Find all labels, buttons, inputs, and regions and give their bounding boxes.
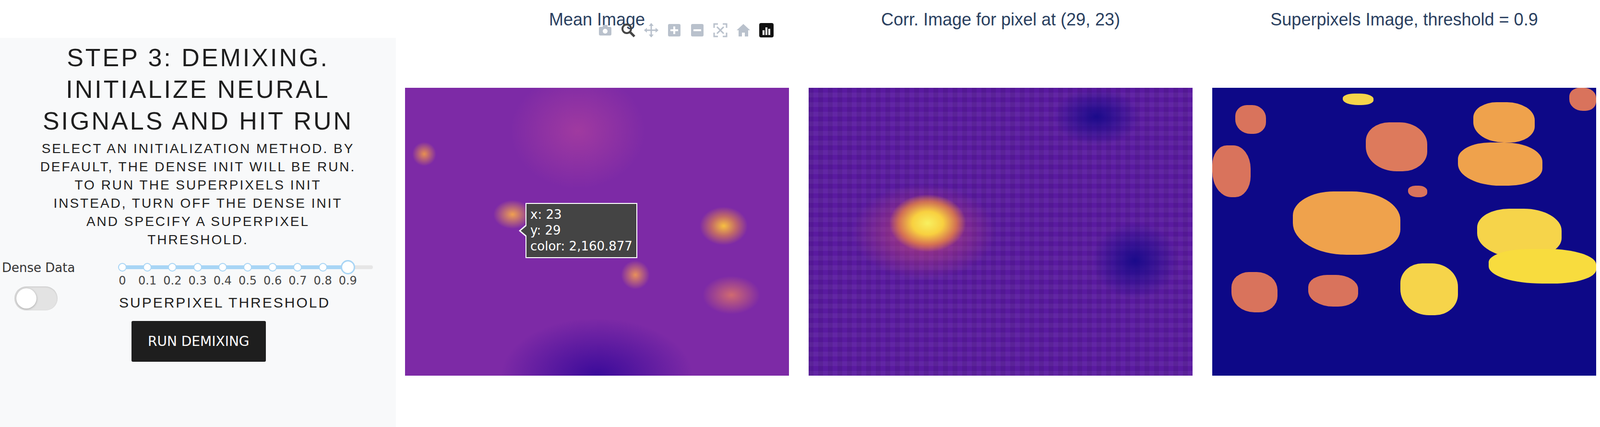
- slider-mark: [143, 262, 152, 272]
- superpixel: [1488, 249, 1597, 284]
- plot-modebar: [597, 22, 775, 39]
- title-line: STEP 3: DEMIXING.: [66, 41, 330, 74]
- hover-tooltip: x: 23y: 29color: 2,160.877: [525, 202, 638, 259]
- plot-panel: Corr. Image for pixel at (29, 23): [808, 0, 1193, 427]
- threshold-slider[interactable]: 00.10.20.30.40.50.60.70.80.9: [122, 259, 373, 294]
- slider-tick-label: 0.5: [238, 274, 257, 288]
- plot-title: Corr. Image for pixel at (29, 23): [808, 0, 1193, 39]
- superpixels-heatmap[interactable]: [1212, 87, 1597, 376]
- superpixel: [1569, 87, 1597, 111]
- superpixel: [1457, 142, 1543, 186]
- slider-mark: [243, 262, 252, 272]
- title-line: SIGNALS AND HIT RUN: [42, 105, 354, 137]
- superpixel: [1292, 191, 1401, 255]
- plot-panel: Superpixels Image, threshold = 0.9: [1212, 0, 1597, 427]
- slider-handle[interactable]: [340, 260, 356, 275]
- slider-mark: [318, 262, 328, 272]
- slider-tick-label: 0: [118, 274, 126, 288]
- slider-tick-label: 0.1: [138, 274, 157, 288]
- superpixel: [1235, 105, 1266, 134]
- slider-tick-label: 0.3: [188, 274, 207, 288]
- camera-icon[interactable]: [597, 22, 614, 39]
- plots-row: Mean Image x: 23y: 29color: 2,160.877 Corr…: [405, 0, 1597, 427]
- slider-track: [122, 265, 373, 270]
- tooltip-line: color: 2,160.877: [530, 238, 633, 255]
- step-description: SELECT AN INITIALIZATION METHOD. BYDEFAU…: [40, 139, 357, 250]
- step-title: STEP 3: DEMIXING.INITIALIZE NEURALSIGNAL…: [42, 41, 354, 137]
- run-demixing-button[interactable]: RUN DEMIXING: [131, 321, 266, 362]
- control-panel: STEP 3: DEMIXING.INITIALIZE NEURALSIGNAL…: [0, 37, 396, 427]
- description-line: SELECT AN INITIALIZATION METHOD. BY: [41, 139, 355, 158]
- dense-toggle-group: Dense Data: [0, 259, 118, 362]
- threshold-group: 0 0.1 0.2 0.3 0.4 0.5 0.6 0.7 0.8 0.9 SUPERPIXEL T…: [117, 259, 396, 362]
- description-line: THRESHOLD.: [147, 230, 249, 250]
- controls: Dense Data 0 0.1 0.2 0.3 0.4 0.5 0.6 0.7 0.8 0.9 SU…: [0, 259, 396, 362]
- slider-mark: [167, 262, 177, 272]
- description-line: DEFAULT, THE DENSE INIT WILL BE RUN.: [40, 157, 357, 177]
- logo-icon[interactable]: [758, 22, 775, 39]
- superpixel: [1308, 274, 1359, 307]
- superpixel: [1473, 102, 1535, 143]
- plot-title: Mean Image: [405, 0, 789, 39]
- description-line: TO RUN THE SUPERPIXELS INIT: [74, 176, 322, 195]
- superpixel: [1408, 185, 1428, 198]
- slider-tick-label: 0.9: [338, 274, 358, 288]
- toggle-knob: [16, 288, 37, 309]
- tooltip-arrow-fill: [520, 226, 527, 236]
- description-line: AND SPECIFY A SUPERPIXEL: [86, 212, 310, 231]
- slider-tick-label: 0.6: [263, 274, 282, 288]
- slider-mark: [268, 262, 277, 272]
- corr-heatmap[interactable]: [808, 87, 1193, 376]
- slider-tick-label: 0.8: [313, 274, 333, 288]
- slider-label: SUPERPIXEL THRESHOLD: [119, 293, 331, 313]
- slider-mark: [218, 262, 227, 272]
- superpixel: [1400, 263, 1458, 316]
- slider-tick-label: 0.2: [163, 274, 182, 288]
- slider-mark: [118, 262, 127, 272]
- zoomout-icon[interactable]: [689, 22, 706, 39]
- superpixel: [1365, 122, 1428, 172]
- slider-mark: [193, 262, 203, 272]
- title-line: INITIALIZE NEURAL: [65, 73, 331, 106]
- plot-title: Superpixels Image, threshold = 0.9: [1212, 0, 1597, 39]
- zoomin-icon[interactable]: [666, 22, 683, 39]
- superpixel: [1342, 93, 1374, 106]
- slider-fill: [122, 265, 348, 270]
- tooltip-line: y: 29: [530, 222, 633, 239]
- autoscale-icon[interactable]: [712, 22, 729, 39]
- mean-heatmap[interactable]: x: 23y: 29color: 2,160.877: [405, 87, 789, 376]
- plot-title-text: Superpixels Image, threshold = 0.9: [1270, 9, 1538, 30]
- description-line: INSTEAD, TURN OFF THE DENSE INIT: [53, 194, 343, 213]
- home-icon[interactable]: [735, 22, 752, 39]
- plot-title-text: Corr. Image for pixel at (29, 23): [881, 9, 1121, 30]
- slider-mark: [293, 262, 302, 272]
- slider-tick-label: 0.4: [213, 274, 232, 288]
- dense-toggle-label: Dense Data: [1, 259, 75, 276]
- superpixel: [1231, 272, 1278, 313]
- slider-tick-label: 0.7: [288, 274, 307, 288]
- plot-panel: Mean Image x: 23y: 29color: 2,160.877: [405, 0, 789, 427]
- tooltip-line: x: 23: [530, 206, 633, 223]
- dense-toggle[interactable]: [14, 286, 58, 311]
- superpixel: [1212, 145, 1251, 198]
- pan-icon[interactable]: [643, 22, 660, 39]
- zoom-icon[interactable]: [620, 22, 637, 39]
